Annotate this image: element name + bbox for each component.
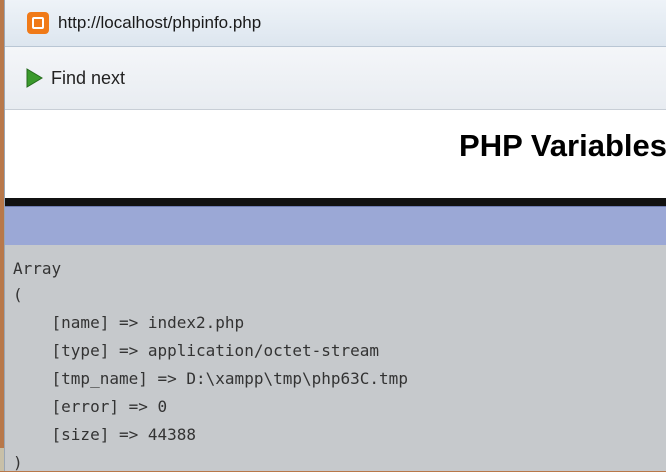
dump-line: ( (13, 285, 23, 304)
browser-window: http://localhost/phpinfo.php Find next P… (4, 0, 666, 472)
find-toolbar: Find next (5, 47, 666, 110)
dump-line: [error] => 0 (13, 397, 168, 416)
xampp-app-icon (27, 12, 49, 34)
dump-line: ) (13, 453, 23, 472)
url-text[interactable]: http://localhost/phpinfo.php (58, 13, 261, 33)
find-next-button[interactable]: Find next (25, 68, 125, 89)
find-next-label: Find next (51, 67, 126, 88)
table-header-band (5, 206, 666, 246)
variable-dump: Array ( [name] => index2.php [type] => a… (5, 245, 666, 472)
address-bar: http://localhost/phpinfo.php (5, 0, 666, 47)
page-title: PHP Variables (459, 128, 666, 163)
table-top-border (5, 198, 666, 206)
dump-line: [type] => application/octet-stream (13, 341, 380, 360)
dump-line: Array (13, 259, 62, 278)
dump-line: [name] => index2.php (13, 313, 245, 332)
dump-line: [size] => 44388 (13, 425, 197, 444)
play-arrow-icon (25, 68, 43, 88)
dump-line: [tmp_name] => D:\xampp\tmp\php63C.tmp (13, 369, 408, 388)
